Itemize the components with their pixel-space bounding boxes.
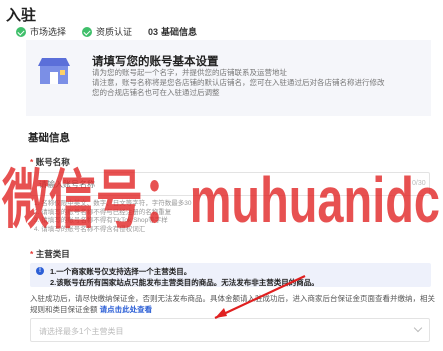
step-indicator: 市场选择 资质认证 03 基础信息 — [16, 25, 213, 38]
hint-line: 2. 请填写的账号名称不得与已经注册的名称重复 — [34, 208, 172, 216]
intro-desc-line: 请注意，账号名称将是您各店铺的默认店铺名，您可在入驻通过后对各店铺名称进行修改 — [92, 78, 385, 87]
step-market-selection: 市场选择 — [16, 25, 66, 38]
store-icon — [38, 58, 70, 84]
check-circle-icon — [82, 26, 93, 37]
label-text: 主营类目 — [35, 249, 70, 259]
section-title: 基础信息 — [28, 132, 70, 144]
required-mark: * — [30, 249, 34, 259]
step-label: 基础信息 — [161, 27, 198, 37]
check-circle-icon — [16, 26, 26, 37]
step-qualification: 资质认证 — [82, 25, 132, 38]
deposit-info-text: 入驻成功后，请尽快缴纳保证金，否则无法发布商品。具体金额请入驻成功后，进入商家后… — [30, 294, 435, 314]
account-name-input[interactable] — [30, 172, 430, 196]
page-title: 入驻 — [6, 7, 37, 24]
main-category-select[interactable]: 请选择最多1个主营类目 — [30, 318, 430, 342]
deposit-rules-link[interactable]: 请点击此处查看 — [100, 305, 153, 314]
main-category-label: * 主营类目 — [30, 248, 70, 260]
step-basic-info: 03 基础信息 — [148, 25, 197, 38]
step-number: 03 — [148, 26, 159, 37]
deposit-info: 入驻成功后，请尽快缴纳保证金，否则无法发布商品。具体金额请入驻成功后，进入商家后… — [30, 293, 435, 315]
hint-line: 4. 请填写的账号名称不得含有侵权词汇 — [34, 225, 146, 233]
step-label: 市场选择 — [30, 27, 67, 37]
intro-desc-line: 您的合规店铺名也可在入驻通过后调整 — [92, 88, 220, 97]
intro-description: 请为您的账号起一个名字，并提供您的店铺联系及运营地址 请注意，账号名称将是您各店… — [92, 68, 392, 98]
account-name-hints: 1. 名称仅限中英文、数字、日文等字符，字符数最多30 2. 请填写的账号名称不… — [34, 200, 191, 234]
account-name-label: * 账号名称 — [30, 156, 70, 168]
notice-line: 1.一个商家账号仅支持选择一个主营类目。 — [50, 267, 192, 276]
hint-line: 1. 名称仅限中英文、数字、日文等字符，字符数最多30 — [34, 200, 192, 207]
required-mark: * — [30, 157, 34, 167]
notice-line: 2.该账号在所有国家站点只能发布主营类目的商品。无法发布非主营类目的商品。 — [50, 278, 319, 287]
hint-line: 3. 请填写的账号名称不得有TikTok Shop等字样 — [34, 217, 168, 224]
step-label: 资质认证 — [96, 27, 133, 37]
char-counter: 0/30 — [412, 180, 426, 187]
select-placeholder: 请选择最多1个主营类目 — [39, 327, 124, 336]
chevron-down-icon — [413, 323, 423, 333]
intro-title: 请填写您的账号基本设置 — [92, 56, 219, 68]
intro-desc-line: 请为您的账号起一个名字，并提供您的店铺联系及运营地址 — [92, 68, 287, 77]
label-text: 账号名称 — [35, 157, 70, 167]
info-icon: ! — [36, 267, 44, 275]
